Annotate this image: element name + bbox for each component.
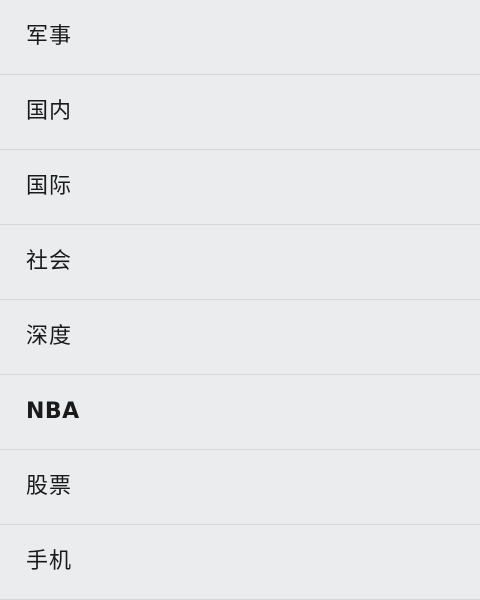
list-item-mobile[interactable]: 手机 <box>0 525 480 600</box>
list-item-label: 国内 <box>26 99 73 124</box>
list-item-international[interactable]: 国际 <box>0 150 480 225</box>
list-item-label: 社会 <box>26 249 73 274</box>
list-item-label: NBA <box>26 399 80 424</box>
list-item-label: 深度 <box>26 324 73 349</box>
list-item-in-depth[interactable]: 深度 <box>0 300 480 375</box>
list-item-nba[interactable]: NBA <box>0 375 480 450</box>
list-item-label: 国际 <box>26 174 73 199</box>
list-item-stocks[interactable]: 股票 <box>0 450 480 525</box>
list-item-military[interactable]: 军事 <box>0 0 480 75</box>
list-item-label: 手机 <box>26 549 73 574</box>
list-item-label: 股票 <box>26 474 73 499</box>
list-item-domestic[interactable]: 国内 <box>0 75 480 150</box>
channel-list: 军事 国内 国际 社会 深度 NBA 股票 手机 <box>0 0 480 600</box>
list-item-label: 军事 <box>26 24 73 49</box>
list-item-society[interactable]: 社会 <box>0 225 480 300</box>
